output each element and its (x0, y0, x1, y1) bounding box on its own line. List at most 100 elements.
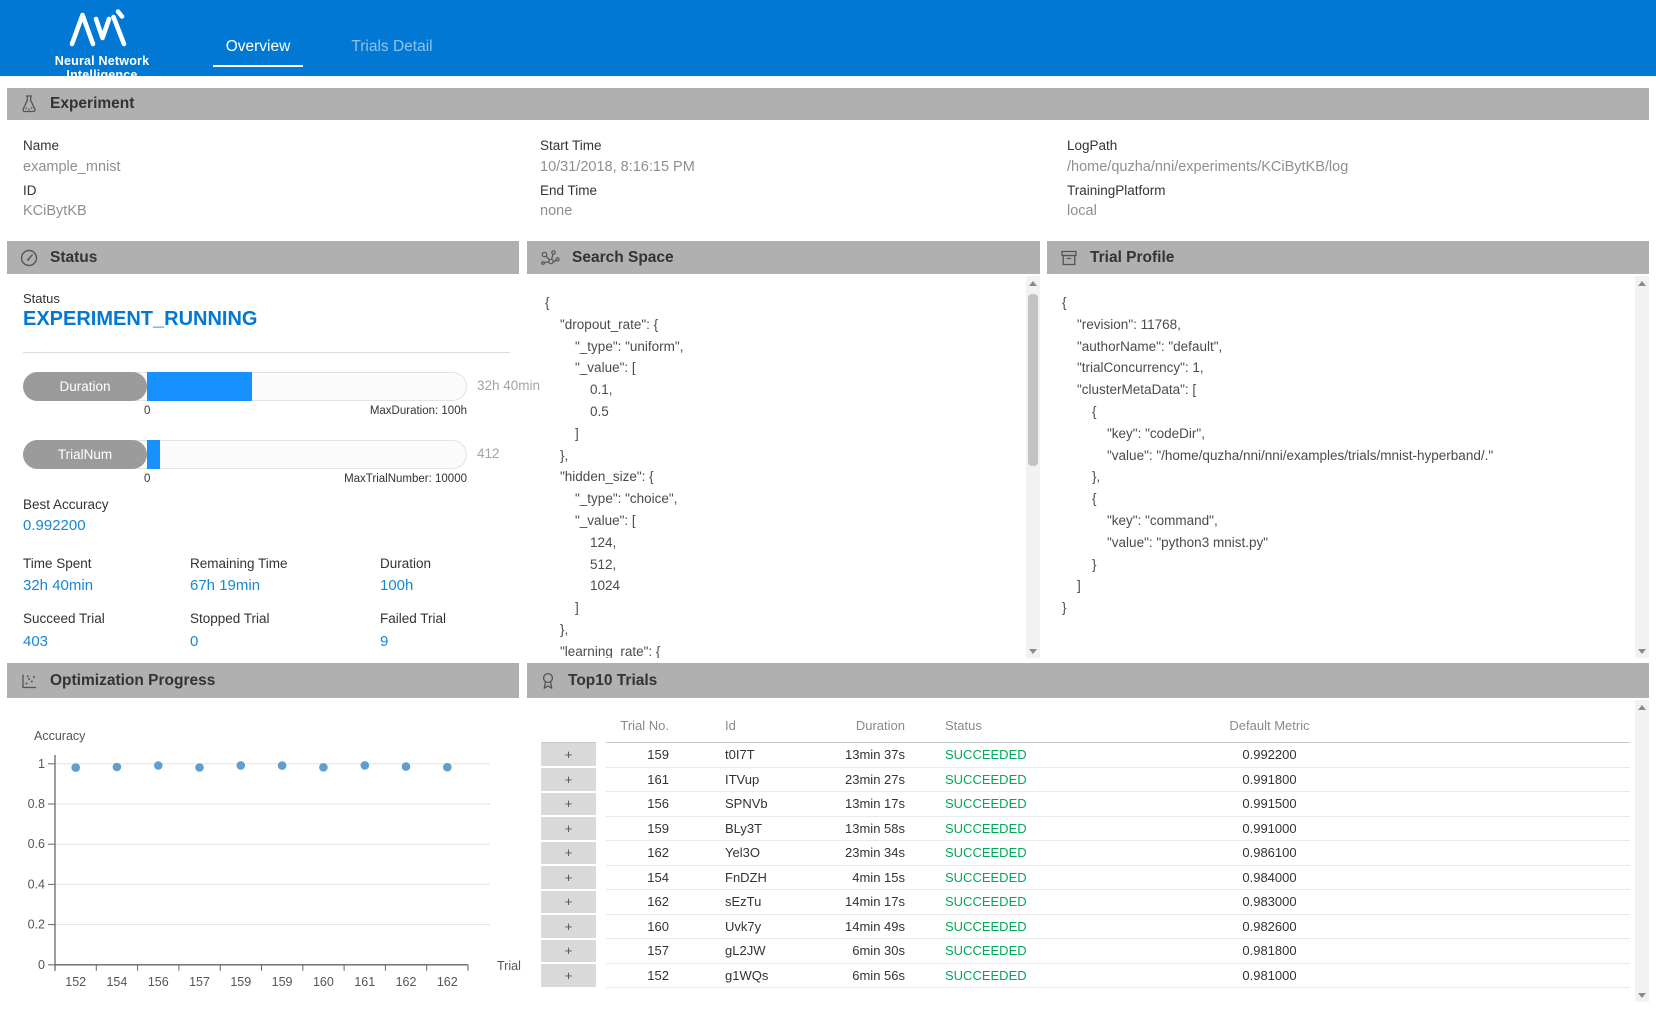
trial-status-cell: SUCCEEDED (911, 914, 1046, 939)
expand-column-header (541, 708, 601, 743)
json-line: "_type": "uniform", (545, 336, 1015, 358)
trial-profile-scrollbar[interactable] (1635, 276, 1649, 658)
scatter-point[interactable] (402, 762, 411, 771)
trial-row: +159t0I7T13min 37sSUCCEEDED0.992200 (541, 743, 1630, 768)
scroll-down-button[interactable] (1635, 644, 1649, 658)
expand-trial-button[interactable]: + (541, 816, 601, 841)
trial-id-cell: g1WQs (691, 963, 806, 988)
flask-icon (19, 94, 39, 114)
trial-status-cell: SUCCEEDED (911, 792, 1046, 817)
trial-id-cell: Yel3O (691, 841, 806, 866)
x-tick-label: 160 (313, 975, 334, 989)
remaining-time-label: Remaining Time (190, 556, 288, 571)
col-header-default-metric: Default Metric (1046, 708, 1630, 743)
trial-no-cell: 162 (601, 890, 691, 915)
json-line: { (1062, 401, 1628, 423)
training-platform-label: TrainingPlatform (1067, 183, 1166, 198)
experiment-name-label: Name (23, 138, 59, 153)
expand-trial-button[interactable]: + (541, 792, 601, 817)
top-nav: Neural Network Intelligence Overview Tri… (0, 0, 1656, 76)
json-line: "dropout_rate": { (545, 314, 1015, 336)
trial-row: +152g1WQs6min 56sSUCCEEDED0.981000 (541, 963, 1630, 988)
trial-status-cell: SUCCEEDED (911, 865, 1046, 890)
search-space-scrollbar[interactable] (1026, 276, 1040, 658)
top10-scrollbar[interactable] (1635, 700, 1649, 1002)
json-line: }, (545, 619, 1015, 641)
x-tick-label: 161 (354, 975, 375, 989)
scrollbar-thumb[interactable] (1028, 294, 1038, 466)
json-line: "hidden_size": { (545, 466, 1015, 488)
status-label: Status (23, 291, 60, 306)
trial-id-cell: BLy3T (691, 816, 806, 841)
experiment-id-label: ID (23, 183, 37, 198)
expand-trial-button[interactable]: + (541, 914, 601, 939)
tab-trials-detail[interactable]: Trials Detail (340, 38, 444, 56)
accuracy-scatter-chart: Accuracy00.20.40.60.81152154156157159159… (0, 660, 540, 1005)
expand-trial-button[interactable]: + (541, 939, 601, 964)
col-header-duration: Duration (806, 708, 911, 743)
scatter-point[interactable] (154, 761, 163, 770)
nni-logo-icon (68, 9, 130, 47)
scroll-up-button[interactable] (1635, 700, 1649, 714)
trialnum-progress-label: TrialNum (23, 440, 147, 469)
trial-row: +157gL2JW6min 30sSUCCEEDED0.981800 (541, 939, 1630, 964)
trial-duration-cell: 6min 56s (806, 963, 911, 988)
scatter-point[interactable] (71, 763, 80, 772)
json-line: "authorName": "default", (1062, 336, 1628, 358)
expand-trial-button[interactable]: + (541, 890, 601, 915)
scatter-point[interactable] (361, 761, 370, 770)
x-tick-label: 162 (396, 975, 417, 989)
tab-overview[interactable]: Overview (213, 38, 303, 67)
x-tick-label: 154 (106, 975, 127, 989)
nni-overview-page: Neural Network Intelligence Overview Tri… (0, 0, 1656, 1030)
end-time-value: none (540, 203, 572, 219)
scroll-down-button[interactable] (1635, 988, 1649, 1002)
duration-max-label: MaxDuration: 100h (23, 405, 467, 417)
trial-metric-cell: 0.984000 (1046, 865, 1630, 890)
scatter-point[interactable] (443, 763, 452, 772)
trial-status-cell: SUCCEEDED (911, 939, 1046, 964)
y-tick-label: 0.6 (28, 837, 45, 851)
json-line: "value": "/home/quzha/nni/nni/examples/t… (1062, 445, 1628, 467)
scatter-point[interactable] (278, 761, 287, 770)
experiment-name-value: example_mnist (23, 159, 121, 175)
medal-icon (539, 671, 557, 691)
trial-duration-cell: 13min 58s (806, 816, 911, 841)
trial-duration-cell: 13min 17s (806, 792, 911, 817)
trial-row: +162Yel3O23min 34sSUCCEEDED0.986100 (541, 841, 1630, 866)
brand-text: Neural Network Intelligence (22, 54, 182, 82)
scatter-point[interactable] (319, 763, 328, 772)
search-space-icon (539, 248, 561, 268)
failed-trial-label: Failed Trial (380, 611, 446, 626)
trial-row: +156SPNVb13min 17sSUCCEEDED0.991500 (541, 792, 1630, 817)
trial-no-cell: 159 (601, 743, 691, 768)
expand-trial-button[interactable]: + (541, 963, 601, 988)
table-header-row: Trial No. Id Duration Status Default Met… (541, 708, 1630, 743)
expand-trial-button[interactable]: + (541, 743, 601, 768)
scatter-point[interactable] (195, 763, 204, 772)
y-tick-label: 0 (38, 958, 45, 972)
x-tick-label: 156 (148, 975, 169, 989)
trial-metric-cell: 0.991500 (1046, 792, 1630, 817)
best-accuracy-label: Best Accuracy (23, 497, 109, 512)
scroll-up-button[interactable] (1026, 276, 1040, 290)
gauge-icon (19, 248, 39, 268)
json-line: "_value": [ (545, 357, 1015, 379)
trial-no-cell: 157 (601, 939, 691, 964)
trialnum-progress-fill (147, 440, 160, 469)
expand-trial-button[interactable]: + (541, 865, 601, 890)
duration-elapsed-value: 32h 40min (477, 378, 540, 393)
json-line: "key": "codeDir", (1062, 423, 1628, 445)
top10-section-header: Top10 Trials (527, 663, 1649, 698)
scatter-point[interactable] (237, 761, 246, 770)
expand-trial-button[interactable]: + (541, 841, 601, 866)
x-tick-label: 152 (65, 975, 86, 989)
scroll-down-button[interactable] (1026, 644, 1040, 658)
json-line: "key": "command", (1062, 510, 1628, 532)
trial-row: +162sEzTu14min 17sSUCCEEDED0.983000 (541, 890, 1630, 915)
trial-status-cell: SUCCEEDED (911, 743, 1046, 768)
scatter-point[interactable] (113, 763, 122, 772)
trial-no-cell: 154 (601, 865, 691, 890)
scroll-up-button[interactable] (1635, 276, 1649, 290)
expand-trial-button[interactable]: + (541, 767, 601, 792)
